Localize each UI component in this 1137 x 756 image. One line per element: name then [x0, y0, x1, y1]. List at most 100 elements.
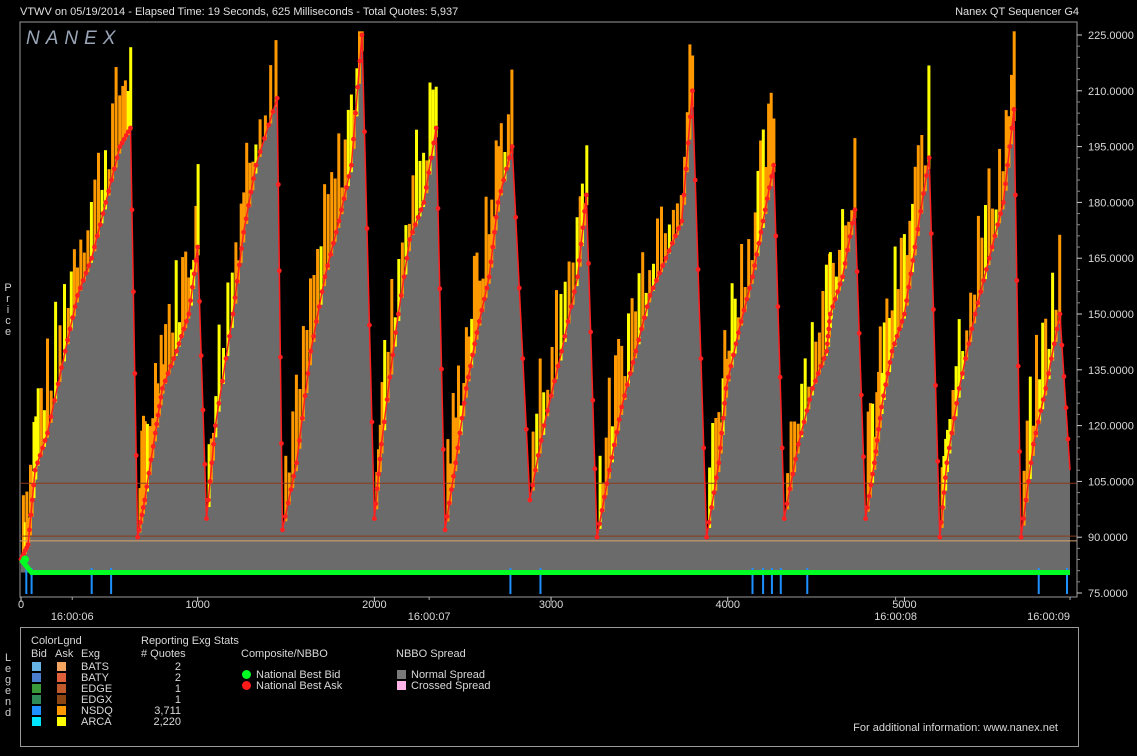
- ask-marker: [150, 444, 156, 449]
- ask-marker: [614, 429, 620, 435]
- ask-marker: [717, 445, 723, 451]
- colorlegend-title: ColorLgnd: [31, 635, 82, 647]
- stats-col-header: # Quotes: [141, 648, 186, 660]
- ask-marker: [75, 293, 80, 298]
- ask-marker: [744, 296, 750, 302]
- ask-marker: [106, 188, 111, 194]
- ask-marker: [609, 455, 615, 460]
- nsdq-ask-bar: [660, 206, 663, 273]
- footer-link[interactable]: For additional information: www.nanex.ne…: [853, 722, 1058, 734]
- y-tick-label: 105.0000: [1088, 476, 1134, 488]
- ask-marker: [1043, 386, 1049, 391]
- ask-color-swatch: [57, 684, 66, 693]
- ask-marker: [954, 400, 960, 406]
- ask-marker: [1007, 144, 1013, 150]
- ask-marker: [858, 392, 864, 398]
- ask-marker: [538, 438, 544, 443]
- ask-marker: [892, 341, 897, 347]
- ask-marker: [404, 255, 410, 261]
- ask-color-swatch: [57, 717, 66, 726]
- ask-marker: [584, 192, 589, 198]
- nbbo-label: National Best Ask: [256, 680, 343, 692]
- ask-marker: [32, 467, 38, 473]
- ask-marker: [657, 270, 662, 276]
- nsdq-ask-bar: [484, 196, 488, 298]
- ask-marker: [140, 505, 146, 510]
- ask-marker: [830, 304, 836, 309]
- ask-marker: [956, 386, 962, 391]
- ask-marker: [1059, 342, 1065, 348]
- bid-color-swatch: [32, 717, 41, 726]
- ask-marker: [257, 149, 263, 155]
- ask-marker: [992, 233, 998, 239]
- ask-marker: [40, 445, 45, 451]
- ask-marker: [924, 173, 929, 179]
- ask-marker: [407, 237, 413, 243]
- ask-marker: [1028, 460, 1034, 466]
- ask-marker: [52, 397, 57, 403]
- ask-marker: [202, 461, 208, 467]
- ask-marker: [854, 269, 860, 274]
- ask-marker: [129, 207, 135, 213]
- ask-marker: [37, 453, 43, 458]
- ask-marker: [885, 371, 891, 376]
- ask-marker: [396, 311, 401, 317]
- ask-marker: [881, 393, 886, 399]
- ask-marker: [762, 207, 768, 213]
- ask-marker: [1057, 311, 1063, 317]
- ask-marker: [933, 383, 938, 388]
- ask-marker: [139, 512, 145, 518]
- ask-marker: [625, 382, 630, 388]
- ask-marker: [171, 356, 177, 361]
- ask-marker: [142, 497, 148, 503]
- ask-marker: [220, 378, 225, 384]
- ask-marker: [1026, 479, 1031, 484]
- ask-marker: [908, 271, 914, 277]
- ask-marker: [92, 244, 97, 250]
- ask-marker: [325, 263, 331, 268]
- ask-marker: [45, 430, 50, 436]
- ask-marker: [410, 229, 415, 235]
- ask-marker: [474, 330, 480, 335]
- ask-marker: [476, 319, 482, 324]
- x-tick-label: 0: [18, 599, 24, 611]
- ask-marker: [1017, 449, 1022, 454]
- ask-marker: [1021, 516, 1026, 521]
- ask-marker: [362, 129, 367, 135]
- ask-marker: [978, 289, 984, 295]
- ask-marker: [533, 467, 538, 473]
- ask-marker: [758, 229, 764, 235]
- ask-marker: [874, 438, 880, 443]
- ask-marker: [316, 304, 322, 309]
- ask-marker: [722, 400, 727, 406]
- ask-marker: [248, 189, 254, 195]
- ask-marker: [442, 527, 448, 533]
- ask-marker: [845, 247, 850, 253]
- nanex-logo: NANEX: [26, 28, 121, 49]
- ask-marker: [552, 378, 557, 384]
- ask-marker: [114, 155, 120, 161]
- ask-marker: [864, 505, 870, 510]
- ask-marker: [359, 32, 365, 38]
- ask-marker: [825, 333, 831, 339]
- ask-marker: [870, 471, 875, 477]
- ask-marker: [401, 274, 407, 280]
- ask-marker: [331, 240, 336, 246]
- ask-marker: [455, 445, 461, 451]
- ask-marker: [369, 419, 375, 425]
- ask-marker: [158, 394, 164, 400]
- ask-marker: [241, 229, 247, 235]
- ask-marker: [541, 423, 547, 428]
- ask-marker: [28, 512, 34, 518]
- ask-marker: [784, 501, 790, 507]
- ask-marker: [495, 200, 501, 205]
- ask-marker: [1014, 278, 1020, 283]
- col-bid-header: Bid: [31, 648, 47, 660]
- ask-marker: [825, 341, 830, 347]
- ask-marker: [339, 207, 344, 213]
- ask-marker: [597, 521, 602, 527]
- ask-marker: [1009, 125, 1015, 131]
- bid-color-swatch: [32, 662, 41, 671]
- ask-marker: [736, 330, 741, 335]
- ask-marker: [773, 233, 779, 239]
